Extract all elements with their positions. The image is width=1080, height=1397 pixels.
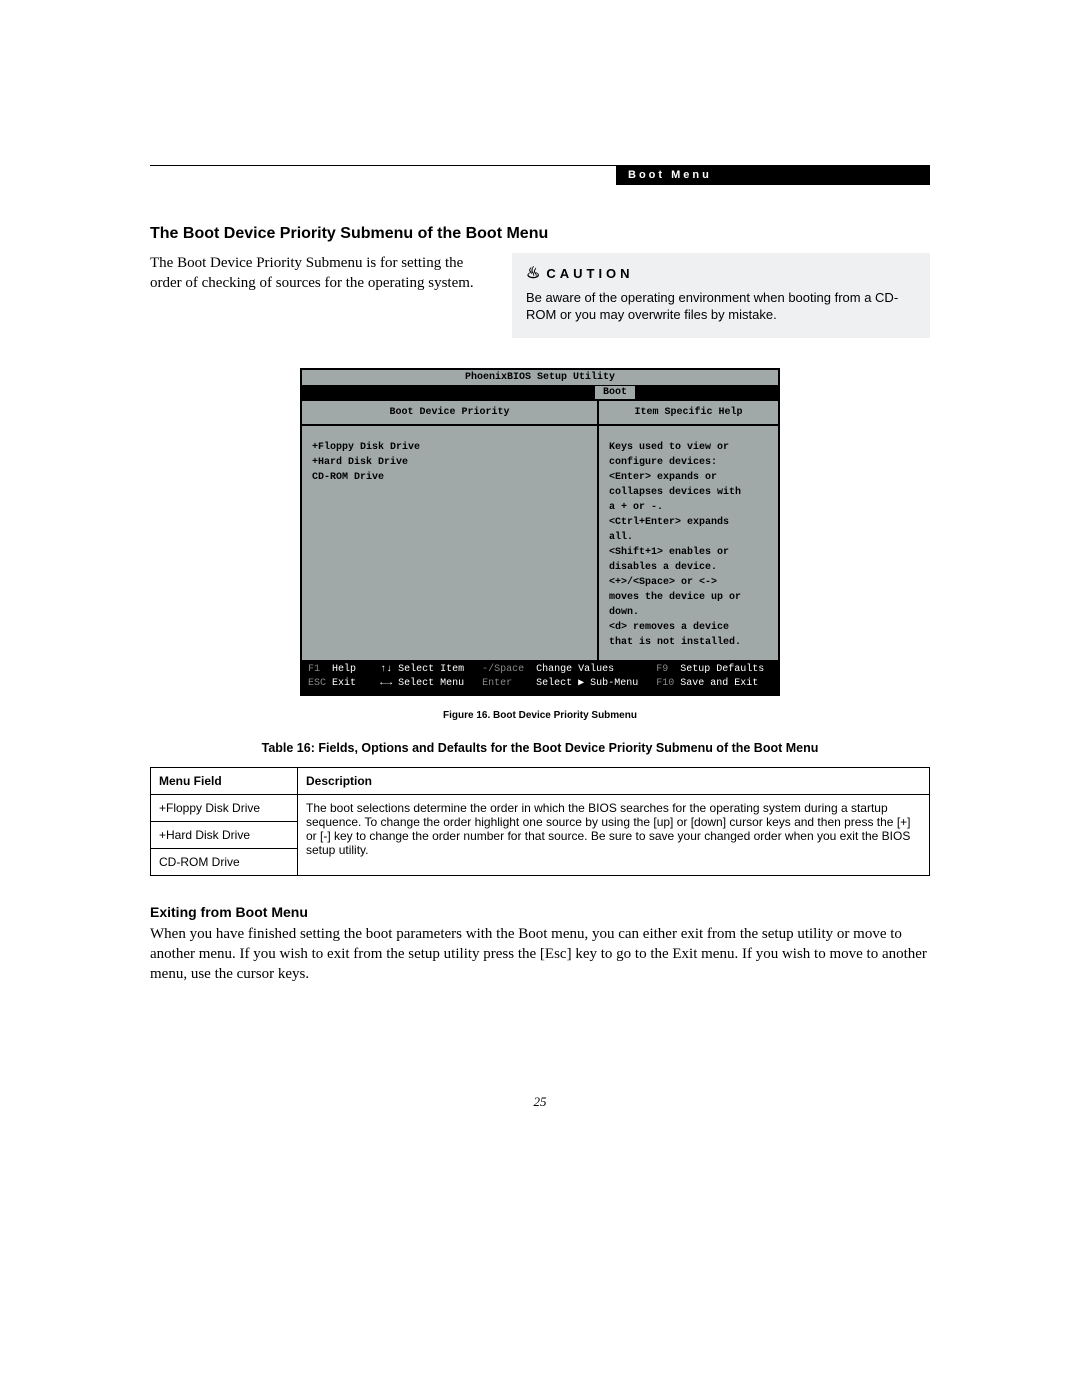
bios-screenshot: PhoenixBIOS Setup Utility Boot Boot Devi…: [300, 368, 780, 696]
exit-title: Exiting from Boot Menu: [150, 904, 930, 920]
bios-title: PhoenixBIOS Setup Utility: [302, 370, 778, 385]
page-number: 25: [150, 1094, 930, 1110]
th-menu-field: Menu Field: [151, 767, 298, 794]
table-row: CD-ROM Drive: [151, 848, 298, 875]
bios-device-list: +Floppy Disk Drive +Hard Disk Drive CD-R…: [302, 426, 597, 605]
caution-body: Be aware of the operating environment wh…: [526, 289, 916, 324]
bios-help-text: Keys used to view or configure devices: …: [599, 426, 778, 660]
bios-right-heading: Item Specific Help: [599, 401, 778, 426]
fields-table: Menu Field Description +Floppy Disk Driv…: [150, 767, 930, 876]
table-row: +Hard Disk Drive: [151, 821, 298, 848]
bios-active-tab: Boot: [594, 385, 636, 400]
bios-footer: F1 Help ↑↓ Select Item -/Space Change Va…: [302, 660, 778, 694]
bios-item: +Floppy Disk Drive: [312, 440, 587, 455]
figure-caption: Figure 16. Boot Device Priority Submenu: [150, 710, 930, 721]
bios-item: +Hard Disk Drive: [312, 455, 587, 470]
section-title: The Boot Device Priority Submenu of the …: [150, 225, 930, 243]
caution-box: ♨ CAUTION Be aware of the operating envi…: [512, 253, 930, 338]
table-description: The boot selections determine the order …: [298, 794, 930, 875]
exit-body: When you have finished setting the boot …: [150, 924, 930, 985]
bios-item: CD-ROM Drive: [312, 470, 587, 485]
table-caption: Table 16: Fields, Options and Defaults f…: [150, 741, 930, 755]
th-description: Description: [298, 767, 930, 794]
caution-heading: CAUTION: [546, 265, 633, 283]
header-banner: Boot Menu: [616, 165, 930, 185]
bios-left-heading: Boot Device Priority: [302, 401, 597, 426]
table-row: +Floppy Disk Drive: [151, 794, 298, 821]
intro-paragraph: The Boot Device Priority Submenu is for …: [150, 253, 482, 294]
flame-icon: ♨: [526, 263, 540, 285]
